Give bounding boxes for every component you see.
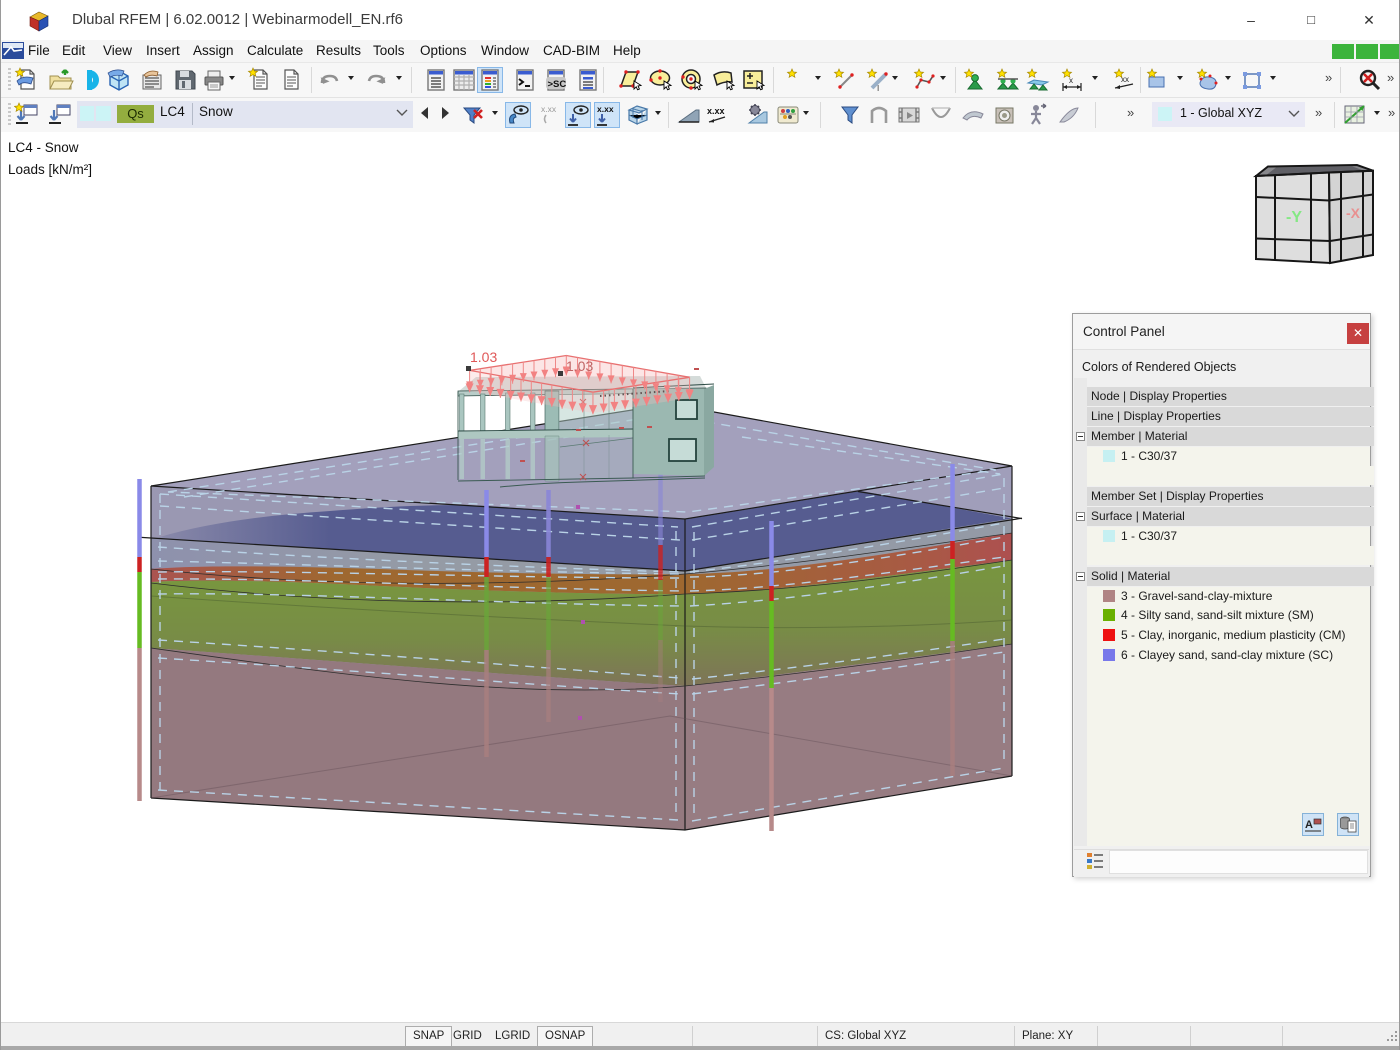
- svg-text:x: x: [1069, 76, 1073, 85]
- svg-text:I: I: [877, 84, 879, 93]
- svg-text:1.03: 1.03: [566, 358, 593, 374]
- svg-text:-X: -X: [1346, 205, 1361, 221]
- svg-text:>SC: >SC: [548, 79, 567, 90]
- svg-text:Loads [kN/m²]: Loads [kN/m²]: [8, 162, 92, 177]
- svg-text:A: A: [1305, 819, 1313, 831]
- svg-text:LC4 - Snow: LC4 - Snow: [8, 140, 79, 155]
- svg-text:x.xx: x.xx: [707, 106, 725, 116]
- svg-text:-Y: -Y: [1286, 209, 1302, 226]
- svg-text:x.xx: x.xx: [597, 104, 614, 114]
- svg-text:x.xx: x.xx: [541, 104, 557, 114]
- svg-text:1.03: 1.03: [470, 349, 497, 365]
- svg-text:xx: xx: [1121, 75, 1129, 84]
